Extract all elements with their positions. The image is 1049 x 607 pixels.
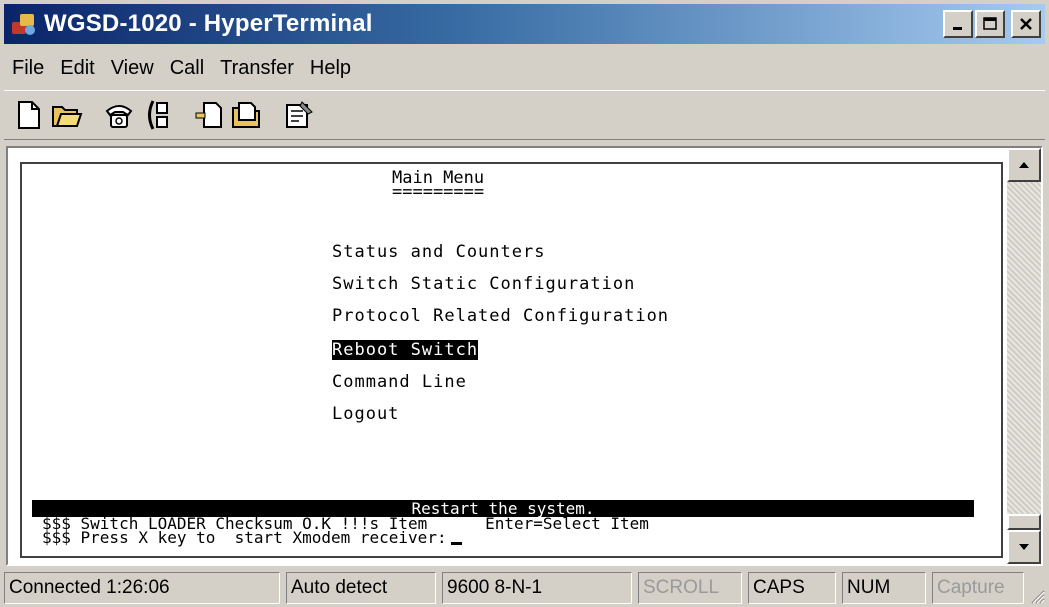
connect-phone-icon[interactable] xyxy=(100,96,138,134)
menu-edit[interactable]: Edit xyxy=(52,57,102,80)
minimize-button[interactable] xyxy=(943,10,973,38)
disconnect-phone-icon[interactable] xyxy=(138,96,176,134)
send-icon[interactable] xyxy=(190,96,228,134)
window-controls xyxy=(943,10,1041,38)
terminal-menu-underline: ========= xyxy=(392,182,485,202)
scroll-down-button[interactable] xyxy=(1007,530,1041,564)
status-detect: Auto detect xyxy=(286,572,436,604)
status-port-settings: 9600 8-N-1 xyxy=(442,572,632,604)
window-title: WGSD-1020 - HyperTerminal xyxy=(44,10,373,37)
menu-option-switch-static-config[interactable]: Switch Static Configuration xyxy=(332,274,635,294)
menu-option-protocol-config[interactable]: Protocol Related Configuration xyxy=(332,306,669,326)
open-folder-icon[interactable] xyxy=(48,96,86,134)
maximize-button[interactable] xyxy=(975,10,1005,38)
terminal-line-2: $$$ Press X key to start Xmodem receiver… xyxy=(42,530,462,546)
scroll-thumb[interactable] xyxy=(1007,514,1041,530)
menu-call[interactable]: Call xyxy=(162,57,212,80)
terminal-area[interactable]: Main Menu ========= Status and Counters … xyxy=(6,146,1043,566)
status-num: NUM xyxy=(842,572,926,604)
toolbar xyxy=(4,90,1045,140)
status-scroll: SCROLL xyxy=(638,572,742,604)
terminal-screen[interactable]: Main Menu ========= Status and Counters … xyxy=(20,162,1003,558)
menu-option-command-line[interactable]: Command Line xyxy=(332,372,467,392)
scroll-up-button[interactable] xyxy=(1007,148,1041,182)
hyperterminal-app-icon[interactable] xyxy=(10,10,38,38)
hyperterminal-window: WGSD-1020 - HyperTerminal File Edit View… xyxy=(0,0,1049,607)
close-button[interactable] xyxy=(1011,10,1041,38)
menu-bar: File Edit View Call Transfer Help xyxy=(4,48,359,88)
status-connected: Connected 1:26:06 xyxy=(4,572,280,604)
receive-icon[interactable] xyxy=(228,96,266,134)
menu-option-logout[interactable]: Logout xyxy=(332,404,399,424)
menu-help[interactable]: Help xyxy=(302,57,359,80)
status-caps: CAPS xyxy=(748,572,836,604)
properties-icon[interactable] xyxy=(280,96,318,134)
new-document-icon[interactable] xyxy=(10,96,48,134)
menu-option-reboot-switch[interactable]: Reboot Switch xyxy=(332,340,479,360)
text-cursor xyxy=(450,542,462,545)
status-bar: Connected 1:26:06 Auto detect 9600 8-N-1… xyxy=(4,570,1045,604)
menu-file[interactable]: File xyxy=(4,57,52,80)
menu-option-status-counters[interactable]: Status and Counters xyxy=(332,242,545,262)
vertical-scrollbar[interactable] xyxy=(1007,148,1041,564)
status-capture: Capture xyxy=(932,572,1024,604)
menu-view[interactable]: View xyxy=(103,57,162,80)
menu-transfer[interactable]: Transfer xyxy=(212,57,302,80)
title-bar[interactable]: WGSD-1020 - HyperTerminal xyxy=(4,4,1045,44)
resize-grip-icon[interactable] xyxy=(1027,586,1045,604)
